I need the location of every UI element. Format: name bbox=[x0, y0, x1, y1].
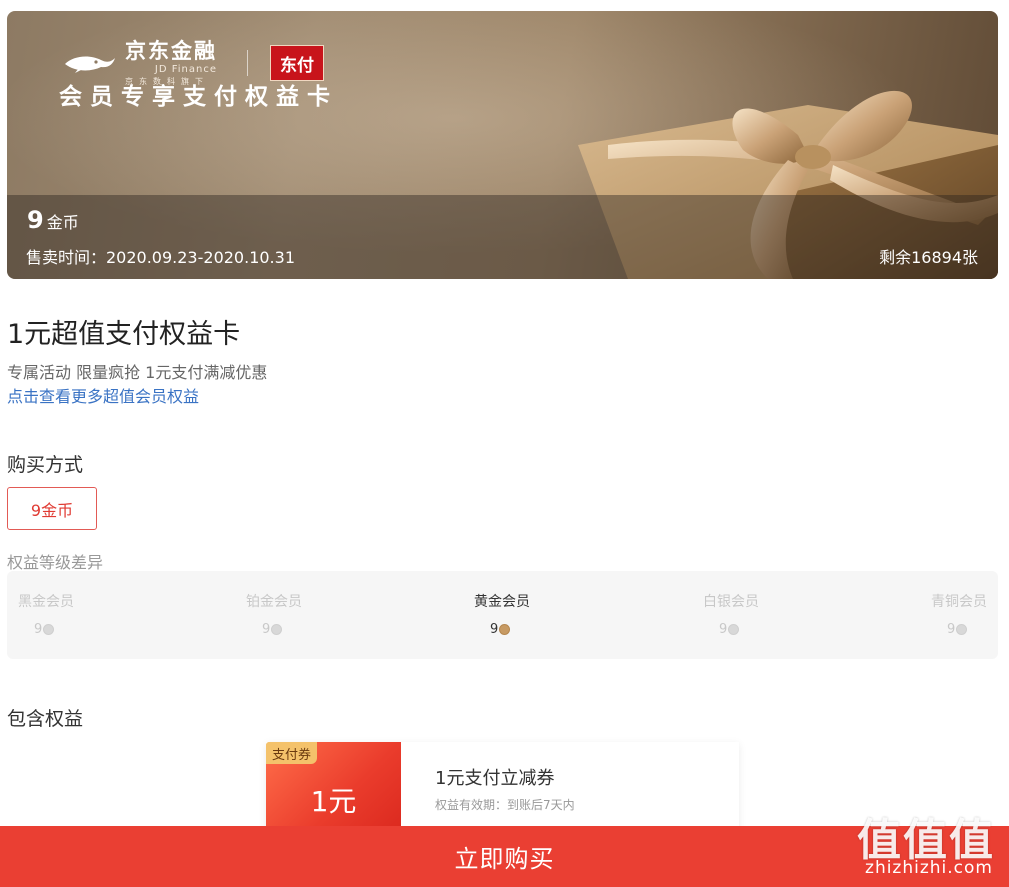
level-price-value: 9 bbox=[490, 622, 499, 637]
brand-name: 京东金融 bbox=[125, 38, 217, 63]
purchase-option-coins[interactable]: 9金币 bbox=[7, 487, 97, 530]
benefit-amount: 1元 bbox=[310, 785, 357, 818]
level-price-value: 9 bbox=[947, 622, 956, 637]
level-black-gold: 黑金会员 bbox=[18, 594, 74, 610]
level-platinum-price: 9 bbox=[262, 622, 283, 637]
level-table: 黑金会员 9 铂金会员 9 黄金会员 9 白银会员 9 青铜会员 9 bbox=[7, 571, 998, 659]
sale-time: 售卖时间：2020.09.23-2020.10.31 bbox=[26, 248, 295, 267]
level-silver: 白银会员 bbox=[703, 594, 759, 610]
banner-title: 会员专享支付权益卡 bbox=[59, 84, 338, 110]
benefit-name: 1元支付立减券 bbox=[435, 768, 555, 789]
included-benefits-label: 包含权益 bbox=[7, 708, 84, 730]
coin-icon bbox=[271, 624, 283, 635]
level-price-value: 9 bbox=[262, 622, 271, 637]
jd-fish-icon bbox=[65, 56, 115, 73]
level-silver-price: 9 bbox=[719, 622, 740, 637]
level-black-gold-price: 9 bbox=[34, 622, 55, 637]
benefit-tag: 支付券 bbox=[266, 742, 318, 764]
hero-banner: 京东金融 JD Finance 京东数科旗下 东付 会员专享支付权益卡 9 金币… bbox=[7, 11, 998, 279]
benefit-validity: 权益有效期：到账后7天内 bbox=[435, 798, 575, 812]
banner-price: 9 金币 bbox=[27, 206, 79, 234]
more-benefits-link[interactable]: 点击查看更多超值会员权益 bbox=[7, 383, 199, 407]
card-description: 专属活动 限量疯抢 1元支付满减优惠 bbox=[7, 363, 268, 382]
level-bronze-price: 9 bbox=[947, 622, 968, 637]
level-price-value: 9 bbox=[34, 622, 43, 637]
price-value: 9 bbox=[27, 206, 44, 234]
level-price-value: 9 bbox=[719, 622, 728, 637]
level-gold-price: 9 bbox=[490, 622, 511, 637]
dongfu-logo: 东付 bbox=[270, 45, 324, 81]
level-gold: 黄金会员 bbox=[474, 594, 530, 610]
coin-icon bbox=[43, 624, 55, 635]
coin-icon bbox=[728, 624, 740, 635]
buy-now-button[interactable]: 立即购买 bbox=[0, 826, 1009, 887]
level-platinum: 铂金会员 bbox=[246, 594, 302, 610]
remaining-count: 剩余16894张 bbox=[879, 248, 978, 267]
brand-en: JD Finance bbox=[154, 63, 217, 75]
card-title: 1元超值支付权益卡 bbox=[7, 319, 241, 350]
coin-icon bbox=[956, 624, 968, 635]
price-unit: 金币 bbox=[46, 213, 79, 232]
brand-divider bbox=[247, 50, 248, 76]
coin-icon bbox=[499, 624, 511, 635]
level-diff-label: 权益等级差异 bbox=[7, 553, 104, 572]
level-bronze: 青铜会员 bbox=[931, 594, 987, 610]
purchase-method-label: 购买方式 bbox=[7, 454, 84, 476]
